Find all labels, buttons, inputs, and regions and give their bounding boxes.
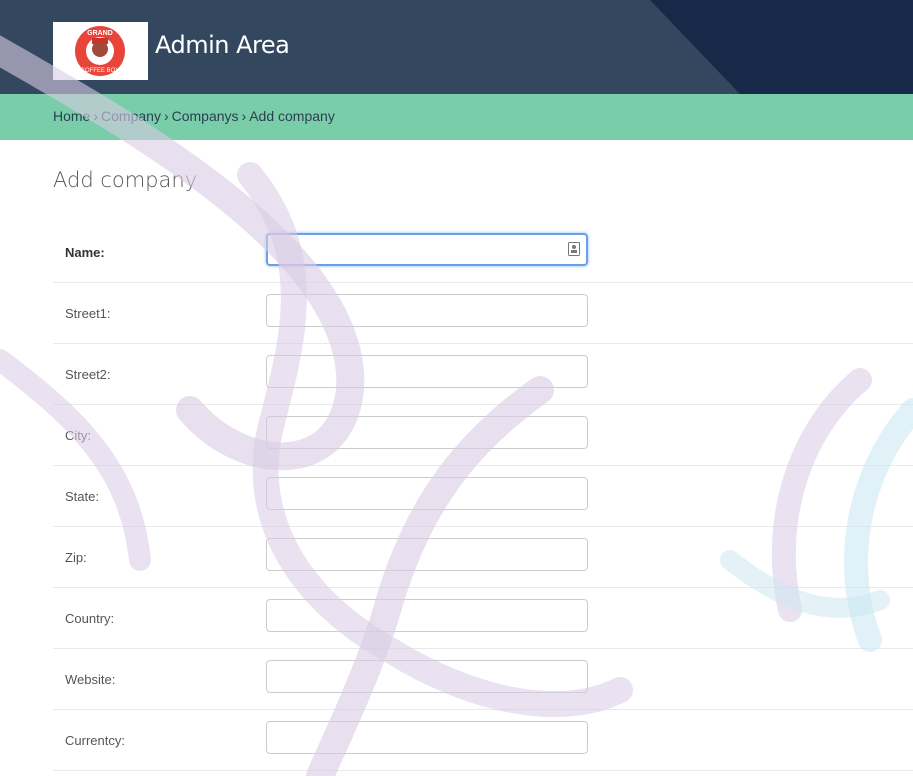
form-row-currentcy: Currentcy: bbox=[53, 710, 913, 771]
breadcrumb-separator: › bbox=[241, 108, 247, 124]
form-row-city: City: bbox=[53, 405, 913, 466]
city-input[interactable] bbox=[266, 416, 588, 449]
form-row-country: Country: bbox=[53, 588, 913, 649]
name-label: Name: bbox=[65, 245, 105, 260]
form-row-name: Name: bbox=[53, 222, 913, 283]
site-title[interactable]: Admin Area bbox=[155, 31, 290, 59]
country-label: Country: bbox=[65, 611, 115, 626]
logo-text-bottom: COFFEE BOY bbox=[81, 68, 120, 74]
website-label: Website: bbox=[65, 672, 116, 687]
breadcrumb-separator: › bbox=[163, 108, 169, 124]
form-row-street1: Street1: bbox=[53, 283, 913, 344]
street2-input[interactable] bbox=[266, 355, 588, 388]
zip-input[interactable] bbox=[266, 538, 588, 571]
state-label: State: bbox=[65, 489, 99, 504]
page-title: Add company bbox=[53, 168, 198, 192]
currentcy-label: Currentcy: bbox=[65, 733, 125, 748]
logo-icon: GRAND COFFEE BOY bbox=[75, 26, 125, 76]
breadcrumb-home[interactable]: Home bbox=[53, 108, 90, 124]
logo-text-top: GRAND bbox=[87, 30, 113, 37]
website-input[interactable] bbox=[266, 660, 588, 693]
breadcrumb: Home › Company › Companys › Add company bbox=[53, 108, 335, 124]
street1-label: Street1: bbox=[65, 306, 111, 321]
currentcy-input[interactable] bbox=[266, 721, 588, 754]
street2-label: Street2: bbox=[65, 367, 111, 382]
city-label: City: bbox=[65, 428, 91, 443]
zip-label: Zip: bbox=[65, 550, 87, 565]
breadcrumb-company[interactable]: Company bbox=[101, 108, 161, 124]
form-row-state: State: bbox=[53, 466, 913, 527]
country-input[interactable] bbox=[266, 599, 588, 632]
form-row-street2: Street2: bbox=[53, 344, 913, 405]
street1-input[interactable] bbox=[266, 294, 588, 327]
breadcrumb-current: Add company bbox=[249, 108, 335, 124]
site-logo[interactable]: GRAND COFFEE BOY bbox=[53, 22, 148, 80]
form-row-website: Website: bbox=[53, 649, 913, 710]
contact-card-icon[interactable] bbox=[568, 242, 580, 256]
form-row-zip: Zip: bbox=[53, 527, 913, 588]
site-header: GRAND COFFEE BOY Admin Area bbox=[0, 0, 913, 94]
state-input[interactable] bbox=[266, 477, 588, 510]
breadcrumb-companys[interactable]: Companys bbox=[172, 108, 239, 124]
breadcrumb-separator: › bbox=[93, 108, 99, 124]
name-input[interactable] bbox=[266, 233, 588, 266]
company-form: Name: Street1: Street2: City: State: Zip… bbox=[53, 222, 913, 771]
